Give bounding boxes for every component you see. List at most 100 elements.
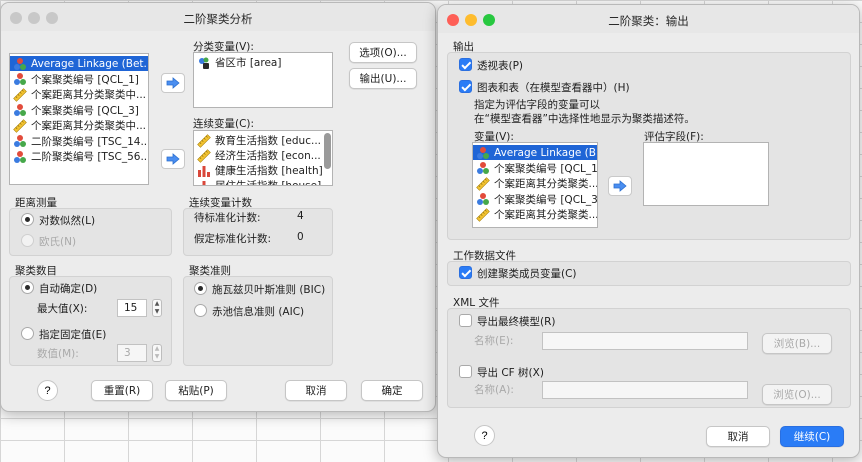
bic-label: 施瓦兹贝叶斯准则 (BIC) (212, 284, 326, 296)
variable-list-item-label: 二阶聚类编号 [TSC_56... (31, 151, 149, 163)
export-final-model-checkbox[interactable] (459, 314, 472, 327)
variable-list-item-label: 个案聚类编号 [QCL_3] (494, 193, 598, 206)
auto-determine-label: 自动确定(D) (39, 283, 98, 295)
variable-list-item[interactable]: 二阶聚类编号 [TSC_14... (13, 134, 149, 149)
cancel-button[interactable]: 取消 (285, 380, 347, 401)
variable-list-item[interactable]: 个案聚类编号 [QCL_1] (13, 72, 139, 87)
continuous-list-scrollbar[interactable] (324, 133, 331, 183)
ruler-icon (197, 133, 211, 148)
auto-determine-radio[interactable] (21, 281, 34, 294)
cf-tree-name-input[interactable] (542, 381, 748, 399)
arrow-right-icon (166, 153, 180, 165)
output-button[interactable]: 输出(U)... (349, 68, 417, 89)
variable-list-item[interactable]: 省区市 [area] (197, 55, 281, 70)
evaluation-fields-list[interactable] (643, 142, 769, 206)
export-cf-tree-label: 导出 CF 树(X) (477, 367, 544, 379)
variable-list-item[interactable]: Average Linkage (B... (473, 145, 597, 160)
ruler-icon (476, 176, 490, 191)
description-line-1: 指定为评估字段的变量可以 (474, 99, 600, 111)
ruler-icon (476, 207, 490, 222)
variable-list-item-label: 健康生活指数 [health] (215, 165, 323, 177)
variable-list-item[interactable]: 居住生活指数 [house] (197, 178, 321, 185)
browse-cf-tree-button[interactable]: 浏览(O)... (762, 384, 832, 405)
cluster-icon (476, 161, 490, 175)
description-line-2: 在“模型查看器”中选择性地显示为聚类描述符。 (474, 113, 695, 125)
categorical-variable-list[interactable]: 省区市 [area] (193, 52, 333, 108)
move-to-evaluation-button[interactable] (608, 176, 632, 196)
loglik-radio[interactable] (21, 213, 34, 226)
dialog-title: 二阶聚类：输出 (608, 14, 689, 28)
fixed-clusters-input[interactable]: 3 (117, 344, 147, 362)
standardized-count-label: 待标准化计数: (194, 212, 261, 224)
variable-list-item-label: 二阶聚类编号 [TSC_14... (31, 135, 149, 148)
create-cluster-var-label: 创建聚类成员变量(C) (477, 268, 577, 280)
reset-button[interactable]: 重置(R) (91, 380, 153, 401)
cancel-button[interactable]: 取消 (706, 426, 770, 447)
cf-tree-name-label: 名称(A): (474, 384, 514, 396)
variable-list-item[interactable]: 教育生活指数 [educ... (197, 133, 321, 148)
fixed-clusters-stepper[interactable]: ▲ ▼ (152, 344, 162, 362)
variable-list-item[interactable]: 个案距离其分类聚类中... (13, 118, 146, 133)
final-model-name-input[interactable] (542, 332, 748, 350)
variable-list-item-label: 个案聚类编号 [QCL_3] (31, 104, 139, 117)
variable-list-item[interactable]: 健康生活指数 [health] (197, 163, 323, 178)
browse-final-model-button[interactable]: 浏览(B)... (762, 333, 832, 354)
move-to-categorical-button[interactable] (161, 73, 185, 93)
variable-list-item[interactable]: 个案距离其分类聚类... (476, 207, 598, 222)
variable-list-item[interactable]: 经济生活指数 [econ... (197, 148, 321, 163)
variable-list-item-label: 省区市 [area] (215, 57, 282, 69)
standardized-count-value: 4 (297, 210, 304, 222)
cluster-icon (13, 72, 27, 86)
continuous-variable-list[interactable]: 居住生活指数 [house] 健康生活指数 [health] 经济生活指数 [eco… (193, 130, 333, 186)
titlebar: 二阶聚类分析 (1, 3, 435, 31)
output-variable-list[interactable]: 个案距离其分类聚类... 个案聚类编号 [QCL_3] 个案距离其分类聚类... 个案… (472, 142, 598, 228)
charts-tables-label: 图表和表（在模型查看器中）(H) (477, 82, 630, 94)
continue-button[interactable]: 继续(C) (780, 426, 844, 447)
variable-list-item[interactable]: Average Linkage (Bet... (10, 56, 148, 71)
assumed-count-value: 0 (297, 231, 304, 243)
variable-list-item-label: 教育生活指数 [educ... (215, 135, 321, 147)
cluster-icon (13, 150, 27, 164)
variable-list-item[interactable]: 个案聚类编号 [QCL_3] (13, 103, 139, 118)
help-button[interactable]: ? (474, 425, 495, 446)
arrow-right-icon (613, 180, 627, 192)
variable-list-item[interactable]: 个案聚类编号 [QCL_1] (476, 161, 598, 176)
paste-button[interactable]: 粘贴(P) (165, 380, 227, 401)
barchart-icon (197, 179, 211, 185)
variable-list-item-label: 个案距离其分类聚类... (494, 209, 598, 221)
variable-list-item-label: 个案聚类编号 [QCL_1] (31, 73, 139, 86)
charts-tables-checkbox[interactable] (459, 80, 472, 93)
fixed-value-radio[interactable] (21, 327, 34, 340)
help-button[interactable]: ? (37, 380, 58, 401)
pivot-tables-label: 透视表(P) (477, 60, 524, 72)
euclidean-label: 欧氏(N) (39, 236, 77, 248)
cluster-icon (476, 192, 490, 206)
two-step-cluster-dialog: 二阶聚类分析 二阶聚类编号 [TSC_56... 二阶聚类编号 [TSC_14..… (0, 2, 436, 412)
variable-list-item[interactable]: 二阶聚类编号 [TSC_56... (13, 149, 149, 164)
nominal-icon (197, 56, 211, 70)
variable-list-item[interactable]: 个案聚类编号 [QCL_3] (476, 192, 598, 207)
euclidean-radio[interactable] (21, 234, 34, 247)
cluster-icon (13, 134, 27, 148)
max-clusters-stepper[interactable]: ▲ ▼ (152, 299, 162, 317)
variable-list-item-label: 个案聚类编号 [QCL_1] (494, 162, 598, 175)
variable-list-item-label: Average Linkage (Bet... (31, 57, 149, 70)
export-cf-tree-checkbox[interactable] (459, 365, 472, 378)
move-to-continuous-button[interactable] (161, 149, 185, 169)
variable-list-item-label: 个案距离其分类聚类... (494, 178, 598, 190)
options-button[interactable]: 选项(O)... (349, 42, 417, 63)
pivot-tables-checkbox[interactable] (459, 58, 472, 71)
cluster-icon (13, 57, 27, 71)
variable-list-item[interactable]: 个案距离其分类聚类... (476, 176, 598, 191)
cluster-icon (476, 146, 490, 160)
arrow-right-icon (166, 77, 180, 89)
barchart-icon (197, 164, 211, 178)
ok-button[interactable]: 确定 (361, 380, 423, 401)
create-cluster-var-checkbox[interactable] (459, 266, 472, 279)
max-clusters-input[interactable]: 15 (117, 299, 147, 317)
bic-radio[interactable] (194, 282, 207, 295)
aic-radio[interactable] (194, 304, 207, 317)
variable-list-item[interactable]: 个案距离其分类聚类中... (13, 87, 146, 102)
loglik-label: 对数似然(L) (39, 215, 96, 227)
source-variable-list[interactable]: 二阶聚类编号 [TSC_56... 二阶聚类编号 [TSC_14... 个案距离其分… (9, 53, 149, 185)
